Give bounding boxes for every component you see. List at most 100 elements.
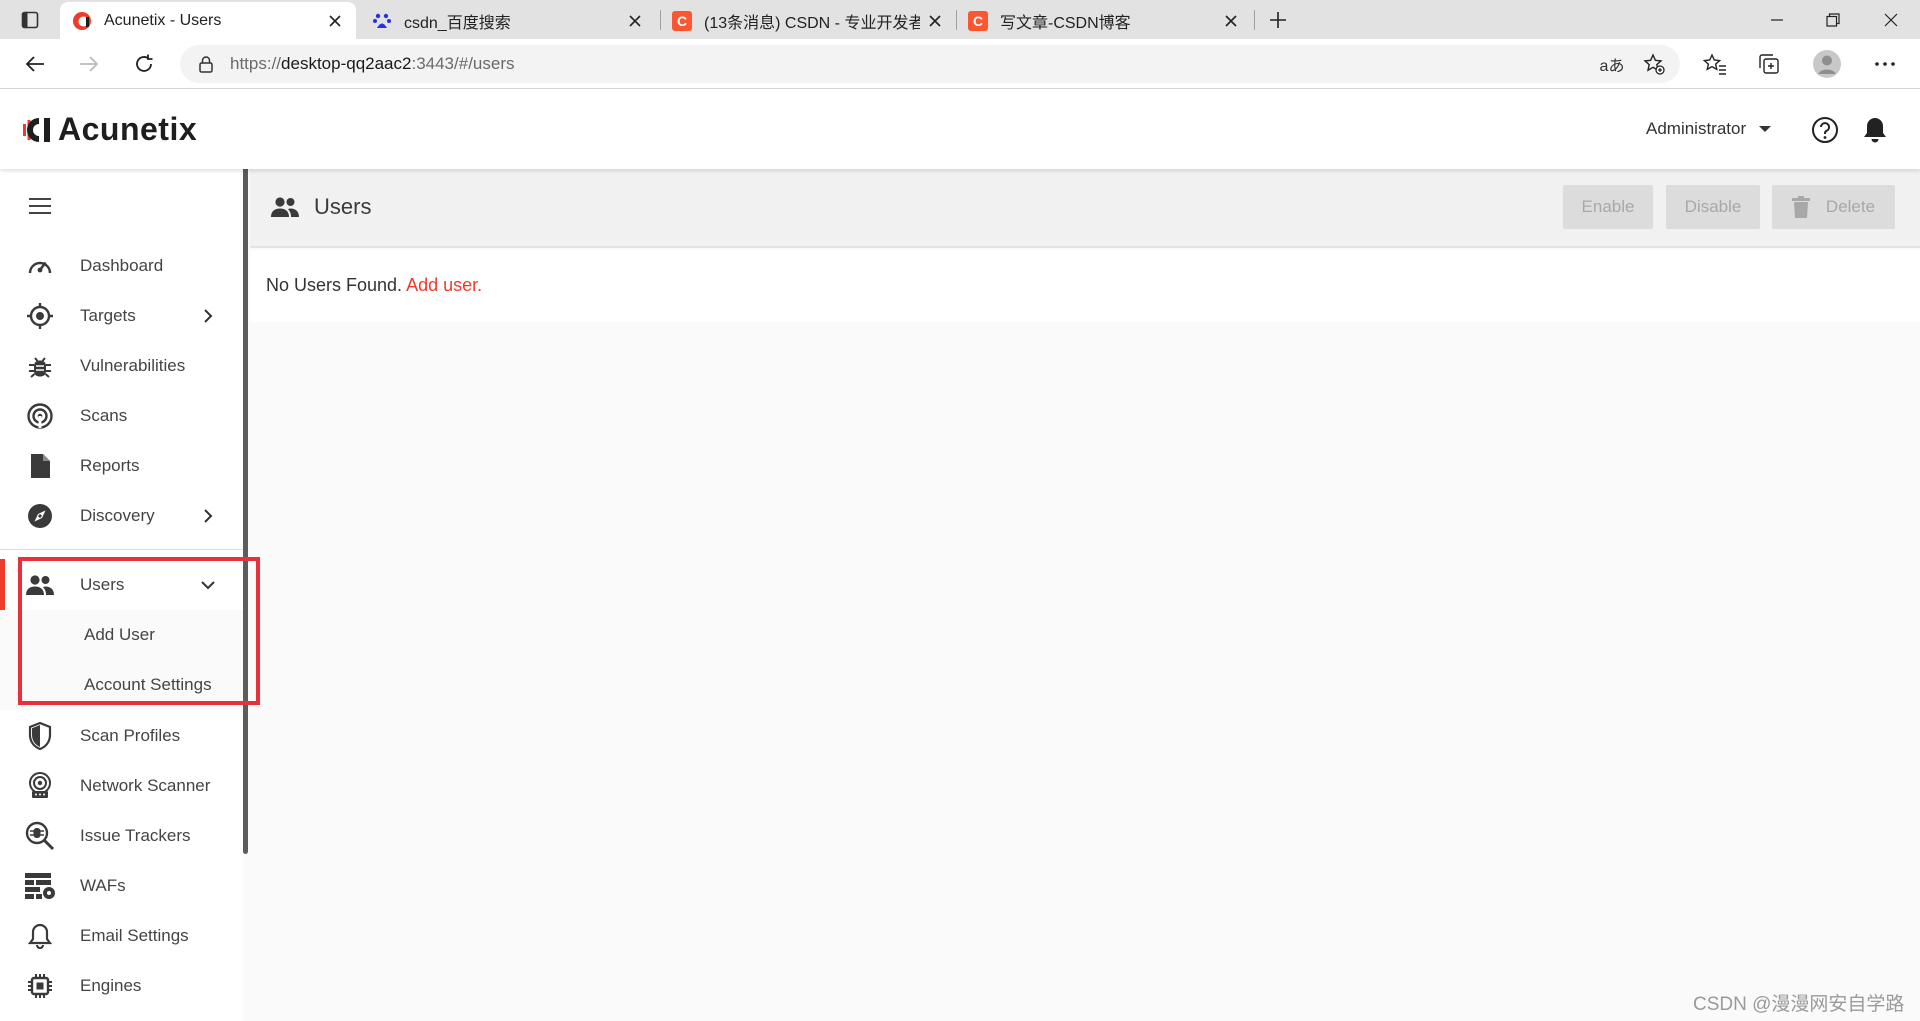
tab-actions-icon[interactable] xyxy=(10,6,50,34)
back-arrow-icon[interactable] xyxy=(16,45,54,83)
speedometer-icon xyxy=(25,251,55,281)
empty-state-message: No Users Found. Add user. xyxy=(266,275,482,296)
csdn-c-icon: C xyxy=(968,10,988,31)
enable-button-label: Enable xyxy=(1581,197,1635,216)
network-scanner-icon xyxy=(25,771,55,801)
sidebar-item-label: WAFs xyxy=(80,876,126,895)
app-header: Acunetix Administrator xyxy=(0,89,1920,169)
chevron-right-icon[interactable] xyxy=(198,306,218,326)
address-bar[interactable]: https://desktop-qq2aac2:3443/#/users aあ xyxy=(180,45,1680,83)
delete-button[interactable]: Delete xyxy=(1772,185,1895,229)
watermark-text: CSDN @漫漫网安自学路 xyxy=(1693,994,1905,1015)
hamburger-menu-icon[interactable] xyxy=(26,194,54,218)
page-toolbar: Users Enable Disable Delete xyxy=(250,169,1920,248)
trash-icon xyxy=(1791,196,1812,218)
bug-icon xyxy=(25,351,55,381)
close-tab-icon[interactable] xyxy=(626,12,644,30)
brand-name: Acunetix xyxy=(58,111,198,147)
user-menu[interactable]: Administrator xyxy=(1646,119,1772,139)
url-text[interactable]: https://desktop-qq2aac2:3443/#/users xyxy=(230,54,514,74)
users-list-panel: No Users Found. Add user. xyxy=(250,250,1920,322)
sidebar-item-label: Targets xyxy=(80,306,136,325)
enable-button[interactable]: Enable xyxy=(1563,185,1653,229)
sidebar-item-label: Network Scanner xyxy=(80,776,211,795)
favorites-icon[interactable] xyxy=(1696,45,1734,83)
disable-button[interactable]: Disable xyxy=(1666,185,1760,229)
notifications-bell-icon[interactable] xyxy=(1860,115,1890,145)
sidebar-item-email-settings[interactable]: Email Settings xyxy=(0,911,243,961)
restore-icon[interactable] xyxy=(1806,0,1860,39)
tab-baidu-search[interactable]: csdn_百度搜索 xyxy=(360,2,656,39)
chevron-right-icon[interactable] xyxy=(198,506,218,526)
sidebar-item-scans[interactable]: Scans xyxy=(0,391,243,441)
sidebar-item-label: Reports xyxy=(80,456,140,475)
new-tab-icon[interactable] xyxy=(1264,6,1292,34)
sidebar-item-wafs[interactable]: WAFs xyxy=(0,861,243,911)
refresh-icon[interactable] xyxy=(125,45,163,83)
users-icon xyxy=(270,194,300,220)
url-scheme: https:// xyxy=(230,54,282,73)
tab-title: Acunetix - Users xyxy=(104,11,222,29)
svg-text:C: C xyxy=(677,13,687,29)
sidebar-scrollbar[interactable] xyxy=(243,169,248,854)
sidebar-item-label: Engines xyxy=(80,976,142,995)
profile-avatar-icon[interactable] xyxy=(1808,45,1846,83)
search-bug-icon xyxy=(25,821,55,851)
tab-csdn-write[interactable]: C 写文章-CSDN博客 xyxy=(956,2,1252,39)
svg-text:C: C xyxy=(973,13,983,29)
close-window-icon[interactable] xyxy=(1864,0,1918,39)
acunetix-logo-icon xyxy=(72,11,92,31)
close-tab-icon[interactable] xyxy=(326,12,344,30)
sidebar-item-vulnerabilities[interactable]: Vulnerabilities xyxy=(0,341,243,391)
minimize-icon[interactable] xyxy=(1750,0,1804,39)
sidebar-item-discovery[interactable]: Discovery xyxy=(0,491,243,541)
add-favorite-icon[interactable] xyxy=(1640,50,1668,78)
collections-icon[interactable] xyxy=(1750,45,1788,83)
read-aloud-icon[interactable]: aあ xyxy=(1598,50,1626,78)
tab-csdn-home[interactable]: C (13条消息) CSDN - 专业开发者社 xyxy=(660,2,956,39)
forward-arrow-icon[interactable] xyxy=(70,45,108,83)
csdn-c-icon: C xyxy=(672,10,692,31)
sidebar-item-network-scanner[interactable]: Network Scanner xyxy=(0,761,243,811)
radar-icon xyxy=(25,401,55,431)
browser-toolbar: https://desktop-qq2aac2:3443/#/users aあ xyxy=(0,39,1920,89)
delete-button-label: Delete xyxy=(1825,197,1876,216)
sidebar-item-engines[interactable]: Engines xyxy=(0,961,243,1011)
close-tab-icon[interactable] xyxy=(926,12,944,30)
shield-icon xyxy=(25,721,55,751)
sidebar-item-label: Scan Profiles xyxy=(80,726,181,745)
page-title-text: Users xyxy=(314,194,372,219)
tab-title: (13条消息) CSDN - 专业开发者社 xyxy=(704,14,920,32)
highlight-box xyxy=(18,557,260,705)
more-options-icon[interactable] xyxy=(1866,45,1904,83)
sidebar-item-scan-profiles[interactable]: Scan Profiles xyxy=(0,711,243,761)
baidu-paw-icon xyxy=(372,11,392,31)
lock-icon[interactable] xyxy=(196,54,216,74)
tab-acunetix-users[interactable]: Acunetix - Users xyxy=(60,2,356,39)
sidebar-item-targets[interactable]: Targets xyxy=(0,291,243,341)
firewall-icon xyxy=(25,871,55,901)
help-icon[interactable] xyxy=(1810,115,1840,145)
caret-down-icon xyxy=(1758,124,1772,134)
sidebar-item-label: Discovery xyxy=(80,506,155,525)
acunetix-logo[interactable]: Acunetix xyxy=(22,111,197,148)
url-host: desktop-qq2aac2 xyxy=(281,54,412,73)
empty-state-text: No Users Found. xyxy=(266,275,403,295)
sidebar-item-reports[interactable]: Reports xyxy=(0,441,243,491)
tab-title: 写文章-CSDN博客 xyxy=(1000,14,1131,32)
document-icon xyxy=(25,451,55,481)
close-tab-icon[interactable] xyxy=(1222,12,1240,30)
user-menu-label: Administrator xyxy=(1646,119,1747,138)
sidebar-item-label: Vulnerabilities xyxy=(80,356,186,375)
sidebar-divider xyxy=(0,549,243,550)
sidebar-item-label: Issue Trackers xyxy=(80,826,191,845)
url-path: :3443/#/users xyxy=(411,54,515,73)
tab-separator xyxy=(1254,10,1255,30)
bell-icon xyxy=(25,921,55,951)
chip-icon xyxy=(25,971,55,1001)
sidebar-item-issue-trackers[interactable]: Issue Trackers xyxy=(0,811,243,861)
sidebar-item-dashboard[interactable]: Dashboard xyxy=(0,241,243,291)
disable-button-label: Disable xyxy=(1684,197,1742,216)
add-user-link[interactable]: Add user. xyxy=(406,275,482,295)
compass-icon xyxy=(25,501,55,531)
